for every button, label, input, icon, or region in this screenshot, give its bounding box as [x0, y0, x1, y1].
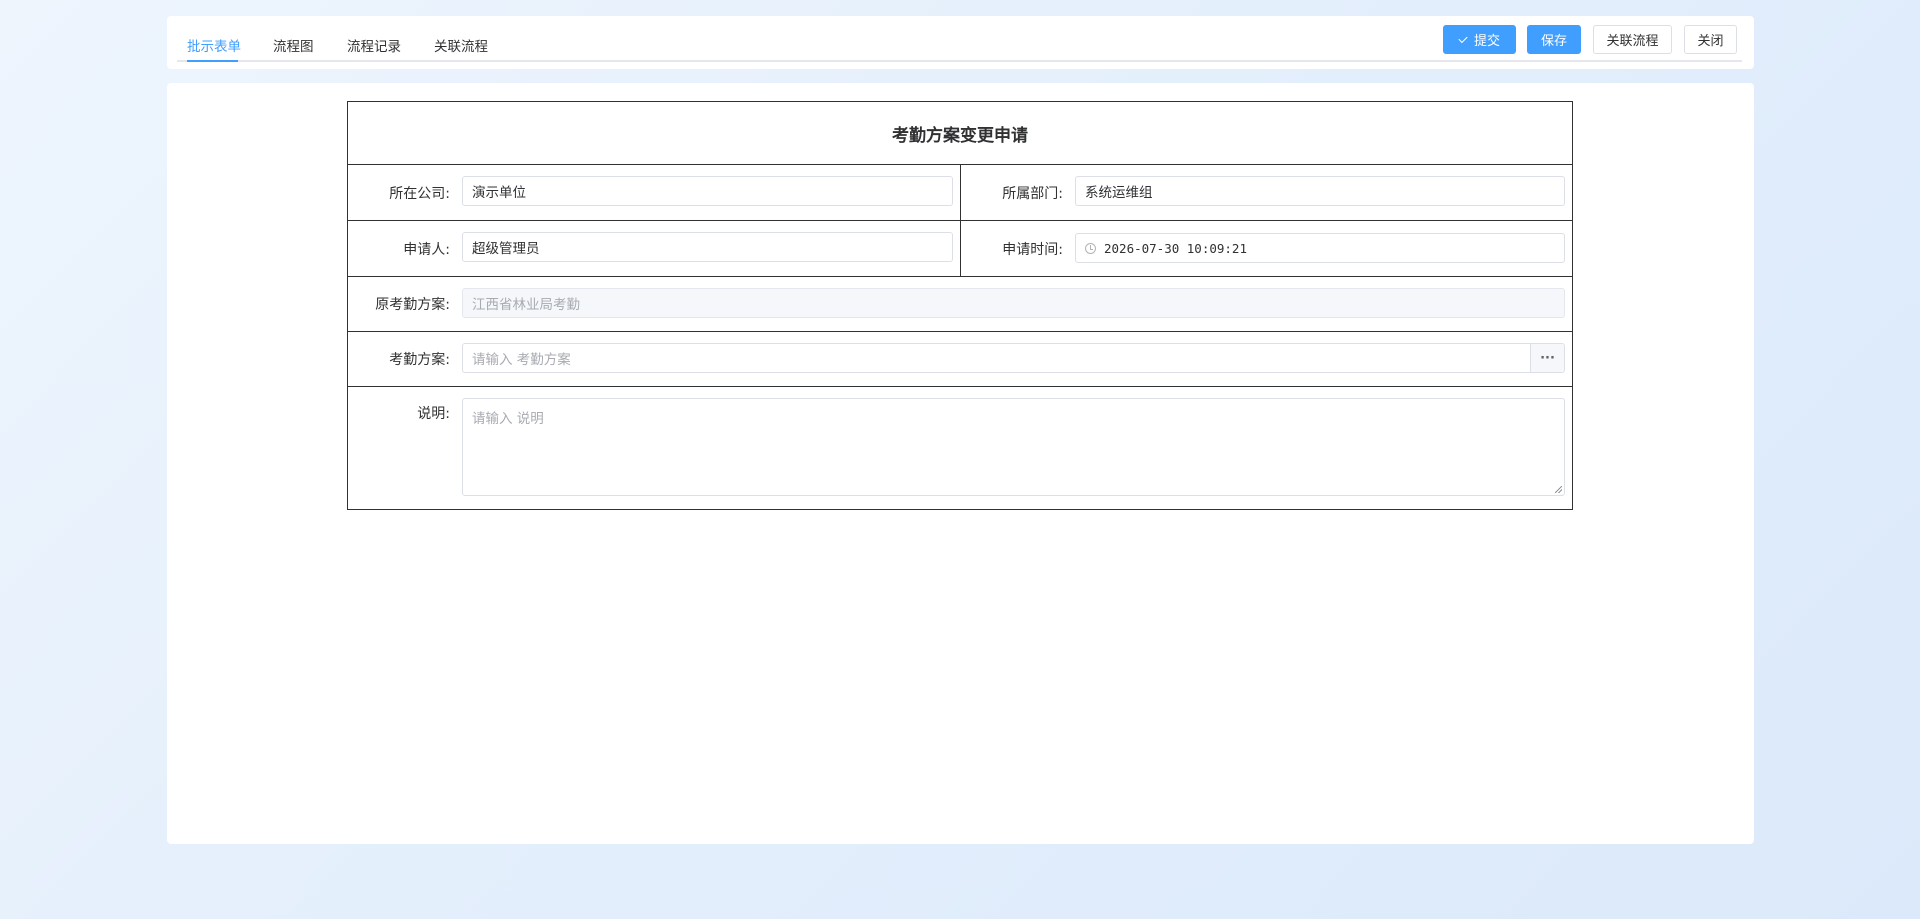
tab-flow-chart[interactable]: 流程图	[273, 35, 314, 62]
save-button[interactable]: 保存	[1527, 25, 1581, 54]
department-field[interactable]: 系统运维组	[1075, 176, 1565, 206]
close-button[interactable]: 关闭	[1684, 25, 1737, 54]
department-label: 所属部门:	[1002, 186, 1063, 202]
form-row-plan: 考勤方案: 请输入 考勤方案 ···	[348, 332, 1572, 387]
column-divider	[960, 165, 961, 220]
column-divider	[960, 221, 961, 276]
apply-time-value: 2026-07-30 10:09:21	[1104, 240, 1247, 256]
form-row-description: 说明: 请输入 说明	[348, 387, 1572, 509]
tab-related-flows[interactable]: 关联流程	[434, 35, 488, 62]
form-row-original-plan: 原考勤方案: 江西省林业局考勤	[348, 277, 1572, 332]
clock-icon	[1085, 242, 1096, 254]
check-icon	[1458, 33, 1468, 43]
more-options-button[interactable]: ···	[1530, 344, 1564, 372]
original-plan-field: 江西省林业局考勤	[462, 288, 1565, 318]
plan-input[interactable]: 请输入 考勤方案 ···	[462, 343, 1565, 373]
applicant-field[interactable]: 超级管理员	[462, 232, 953, 262]
plan-input-placeholder: 请输入 考勤方案	[472, 352, 571, 368]
tab-flow-records[interactable]: 流程记录	[347, 35, 401, 62]
form-row-company: 所在公司: 演示单位 所属部门: 系统运维组	[348, 165, 1572, 221]
tab-approval-form[interactable]: 批示表单	[187, 35, 241, 62]
description-label: 说明:	[417, 406, 450, 422]
active-tab-indicator	[187, 60, 238, 62]
related-flow-button[interactable]: 关联流程	[1593, 25, 1672, 54]
application-form: 考勤方案变更申请 所在公司: 演示单位 所属部门: 系统运维组 申请人: 超级管…	[347, 101, 1573, 510]
resize-handle-icon[interactable]	[1555, 486, 1562, 493]
plan-label: 考勤方案:	[389, 352, 450, 368]
form-card: 考勤方案变更申请 所在公司: 演示单位 所属部门: 系统运维组 申请人: 超级管…	[167, 83, 1754, 844]
submit-button[interactable]: 提交	[1443, 25, 1516, 54]
form-title: 考勤方案变更申请	[348, 102, 1572, 165]
apply-time-label: 申请时间:	[1002, 242, 1063, 258]
apply-time-picker[interactable]: 2026-07-30 10:09:21	[1075, 233, 1565, 263]
applicant-label: 申请人:	[403, 242, 450, 258]
description-placeholder: 请输入 说明	[472, 411, 544, 427]
company-field[interactable]: 演示单位	[462, 176, 953, 206]
original-plan-label: 原考勤方案:	[375, 297, 450, 313]
submit-button-label: 提交	[1473, 34, 1500, 49]
form-row-applicant: 申请人: 超级管理员 申请时间: 2026-07-30 10:09:21	[348, 221, 1572, 277]
top-bar: 批示表单 流程图 流程记录 关联流程 提交 保存 关联流程 关闭	[167, 16, 1754, 69]
company-label: 所在公司:	[389, 186, 450, 202]
description-textarea[interactable]: 请输入 说明	[462, 398, 1565, 496]
